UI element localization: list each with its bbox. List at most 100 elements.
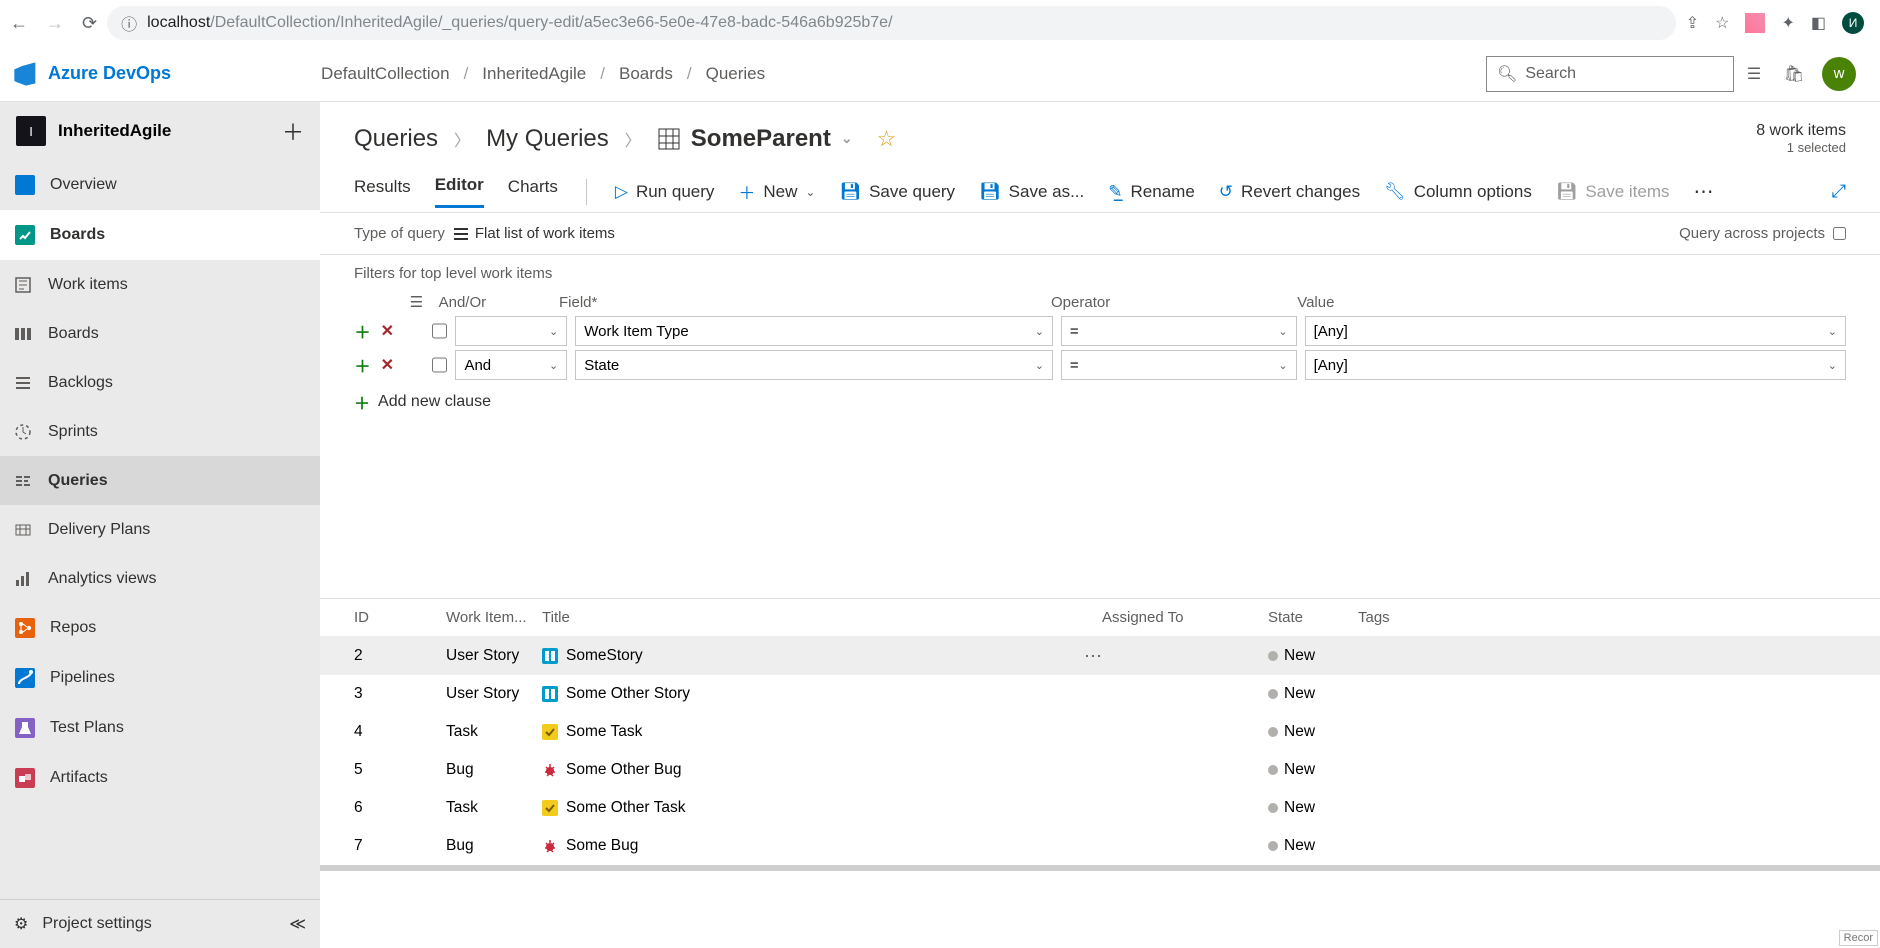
info-icon[interactable]: ⓘ bbox=[121, 11, 137, 35]
sidebar: I InheritedAgile ＋ Overview Boards Work … bbox=[0, 102, 320, 948]
col-tags[interactable]: Tags bbox=[1358, 609, 1438, 626]
chevron-right-icon: 〉 bbox=[625, 127, 641, 151]
extensions-icon[interactable]: ✦ bbox=[1781, 13, 1794, 33]
save-as-icon: 💾︎ bbox=[979, 182, 1001, 202]
tab-charts[interactable]: Charts bbox=[508, 177, 558, 207]
crumb-boards[interactable]: Boards bbox=[619, 64, 673, 84]
chevron-down-icon: ⌄ bbox=[805, 185, 815, 199]
url-bar[interactable]: ⓘ localhost/DefaultCollection/InheritedA… bbox=[107, 6, 1676, 40]
save-as-button[interactable]: 💾︎Save as... bbox=[979, 182, 1084, 202]
sidebar-item-artifacts[interactable]: Artifacts bbox=[0, 753, 320, 803]
col-state[interactable]: State bbox=[1268, 609, 1358, 626]
sidebar-item-workitems[interactable]: Work items bbox=[0, 260, 320, 309]
add-clause-button[interactable]: ＋ Add new clause bbox=[354, 390, 1846, 414]
reload-icon[interactable]: ⟳ bbox=[82, 13, 97, 34]
clause-row: ＋ ✕ And⌄ State⌄ =⌄ [Any]⌄ bbox=[354, 348, 1846, 382]
list-icon[interactable]: ☰ bbox=[1734, 54, 1774, 94]
browser-avatar[interactable]: И bbox=[1842, 12, 1864, 34]
delete-clause-icon[interactable]: ✕ bbox=[379, 356, 396, 374]
user-avatar[interactable]: w bbox=[1822, 57, 1856, 91]
share-icon[interactable]: ⇪ bbox=[1686, 13, 1699, 33]
col-id[interactable]: ID bbox=[354, 609, 446, 626]
operator-select[interactable]: =⌄ bbox=[1061, 316, 1297, 346]
task-icon bbox=[542, 800, 558, 816]
collapse-icon[interactable]: ≪ bbox=[289, 914, 306, 934]
tab-editor[interactable]: Editor bbox=[435, 175, 484, 208]
forward-icon[interactable]: → bbox=[46, 13, 64, 34]
page-crumb-queries[interactable]: Queries bbox=[354, 125, 438, 153]
col-wit[interactable]: Work Item... bbox=[446, 609, 542, 626]
row-more-icon[interactable]: ⋯ bbox=[1084, 646, 1102, 667]
repos-icon bbox=[14, 618, 36, 638]
col-title[interactable]: Title bbox=[542, 609, 1102, 626]
table-row[interactable]: 6 Task Some Other Task New bbox=[320, 789, 1880, 827]
sidebar-item-queries[interactable]: Queries bbox=[0, 456, 320, 505]
sidebar-item-overview[interactable]: Overview bbox=[0, 160, 320, 210]
value-select[interactable]: [Any]⌄ bbox=[1305, 316, 1846, 346]
revert-button[interactable]: ↺Revert changes bbox=[1219, 182, 1360, 202]
window-icon[interactable]: ◧ bbox=[1811, 13, 1826, 33]
project-badge: I bbox=[16, 116, 46, 146]
sidebar-item-delivery[interactable]: Delivery Plans bbox=[0, 505, 320, 554]
fullscreen-icon[interactable]: ⤢ bbox=[1832, 181, 1846, 202]
breadcrumb: DefaultCollection/ InheritedAgile/ Board… bbox=[321, 64, 765, 84]
field-select[interactable]: State⌄ bbox=[575, 350, 1053, 380]
project-row[interactable]: I InheritedAgile ＋ bbox=[0, 102, 320, 160]
crumb-queries[interactable]: Queries bbox=[706, 64, 766, 84]
sidebar-item-boards[interactable]: Boards bbox=[0, 210, 320, 260]
sidebar-item-boardsb[interactable]: Boards bbox=[0, 309, 320, 358]
clause-checkbox[interactable] bbox=[432, 357, 447, 373]
recorder-badge: Recor bbox=[1839, 930, 1878, 946]
back-icon[interactable]: ← bbox=[10, 13, 28, 34]
sidebar-item-repos[interactable]: Repos bbox=[0, 603, 320, 653]
bag-icon[interactable]: 🛍︎ bbox=[1774, 54, 1814, 94]
andor-select[interactable]: ⌄ bbox=[455, 316, 567, 346]
sidebar-item-sprints[interactable]: Sprints bbox=[0, 407, 320, 456]
new-button[interactable]: ＋New ⌄ bbox=[738, 179, 815, 204]
col-assigned[interactable]: Assigned To bbox=[1102, 609, 1268, 626]
table-row[interactable]: 4 Task Some Task New bbox=[320, 713, 1880, 751]
star-icon[interactable]: ☆ bbox=[1715, 13, 1729, 33]
tab-results[interactable]: Results bbox=[354, 177, 411, 207]
state-dot-icon bbox=[1268, 651, 1278, 661]
query-across-checkbox[interactable] bbox=[1833, 227, 1846, 240]
table-row[interactable]: 3 User Story Some Other Story New bbox=[320, 675, 1880, 713]
delete-clause-icon[interactable]: ✕ bbox=[379, 322, 396, 340]
chevron-down-icon[interactable]: ⌄ bbox=[841, 130, 853, 147]
group-icon[interactable]: ☰ bbox=[410, 293, 431, 311]
page-title[interactable]: SomeParent ⌄ bbox=[657, 125, 853, 153]
search-icon: 🔍︎ bbox=[1497, 64, 1517, 84]
table-row[interactable]: 7 Bug Some Bug New bbox=[320, 827, 1880, 865]
search-input[interactable]: 🔍︎ Search bbox=[1486, 56, 1734, 92]
field-select[interactable]: Work Item Type⌄ bbox=[575, 316, 1053, 346]
table-row[interactable]: 2 User Story SomeStory ⋯ New bbox=[320, 637, 1880, 675]
clause-checkbox[interactable] bbox=[432, 323, 447, 339]
plus-icon[interactable]: ＋ bbox=[282, 115, 304, 147]
run-query-button[interactable]: ▷Run query bbox=[615, 182, 715, 202]
andor-select[interactable]: And⌄ bbox=[455, 350, 567, 380]
favorite-icon[interactable]: ☆ bbox=[877, 126, 897, 152]
page-crumb-myqueries[interactable]: My Queries bbox=[486, 125, 609, 153]
save-query-button[interactable]: 💾︎Save query bbox=[839, 182, 955, 202]
state-dot-icon bbox=[1268, 689, 1278, 699]
more-icon[interactable]: ⋯ bbox=[1694, 179, 1714, 204]
crumb-collection[interactable]: DefaultCollection bbox=[321, 64, 450, 84]
sidebar-item-analytics[interactable]: Analytics views bbox=[0, 554, 320, 603]
project-settings[interactable]: ⚙ Project settings ≪ bbox=[0, 900, 320, 948]
crumb-project[interactable]: InheritedAgile bbox=[482, 64, 586, 84]
delivery-icon bbox=[14, 521, 38, 539]
add-clause-icon[interactable]: ＋ bbox=[354, 356, 371, 374]
operator-select[interactable]: =⌄ bbox=[1061, 350, 1297, 380]
table-row[interactable]: 5 Bug Some Other Bug New bbox=[320, 751, 1880, 789]
azure-logo[interactable]: Azure DevOps bbox=[12, 60, 171, 88]
column-options-button[interactable]: 🔧︎Column options bbox=[1384, 182, 1532, 202]
add-clause-icon[interactable]: ＋ bbox=[354, 322, 371, 340]
state-dot-icon bbox=[1268, 727, 1278, 737]
rename-button[interactable]: ✎̲Rename bbox=[1108, 182, 1195, 202]
extension-icon[interactable] bbox=[1745, 13, 1765, 33]
sidebar-item-pipelines[interactable]: Pipelines bbox=[0, 653, 320, 703]
sidebar-item-backlogs[interactable]: Backlogs bbox=[0, 358, 320, 407]
query-type-select[interactable]: Flat list of work items bbox=[453, 225, 615, 242]
value-select[interactable]: [Any]⌄ bbox=[1305, 350, 1846, 380]
sidebar-item-testplans[interactable]: Test Plans bbox=[0, 703, 320, 753]
